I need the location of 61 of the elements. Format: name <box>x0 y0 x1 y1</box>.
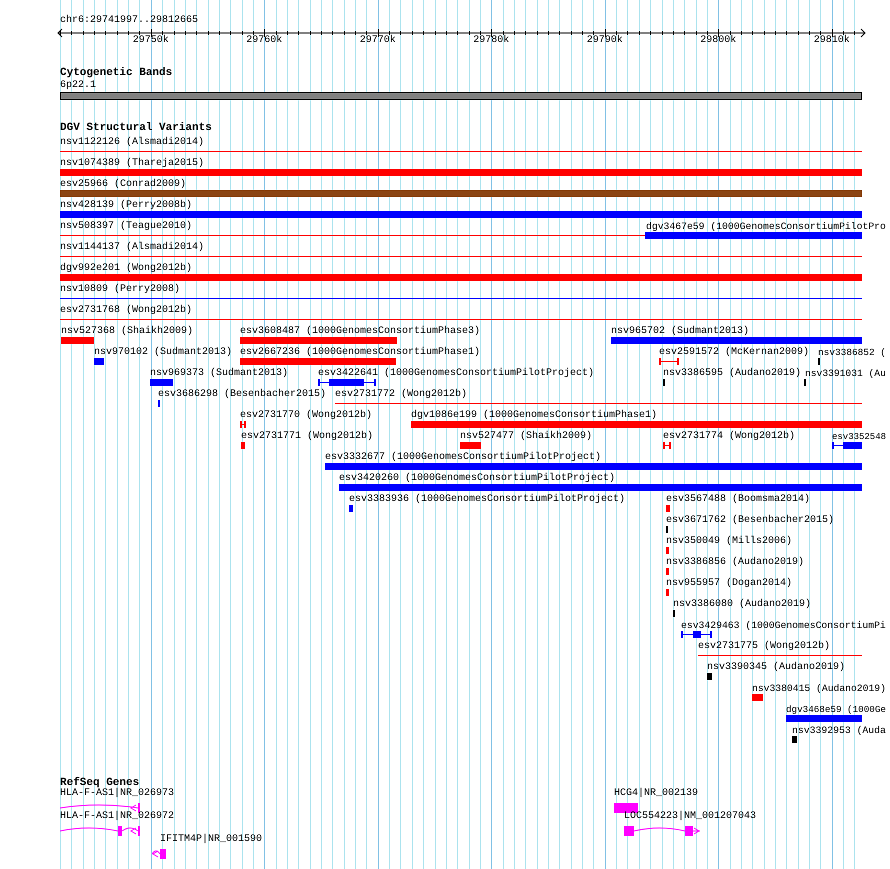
variant-label: dgv1086e199 (1000GenomesConsortiumPhase1) <box>411 411 658 421</box>
variant-label: nsv3386852 ( <box>818 348 886 358</box>
variant-label: nsv3392953 (Auda <box>792 726 886 736</box>
variant-label: esv3332677 (1000GenomesConsortiumPilotProject) <box>325 453 602 463</box>
variant-label: esv2731768 (Wong2012b) <box>60 306 192 316</box>
variant-label: esv2731771 (Wong2012b) <box>241 432 374 442</box>
variant-label: esv2667236 (1000GenomesConsortiumPhase1) <box>240 348 480 358</box>
variant-label: esv3608487 (1000GenomesConsortiumPhase3) <box>240 327 480 337</box>
ruler-tick-label: 29750k <box>132 36 169 46</box>
variant-label: nsv1144137 (Alsmadi2014) <box>60 243 204 253</box>
variant-label: nsv3386595 (Audano2019) <box>663 369 802 379</box>
variant-label: esv25966 (Conrad2009) <box>60 180 186 190</box>
variant-label: esv3671762 (Besenbacher2015) <box>666 516 834 526</box>
variant-label: esv3383936 (1000GenomesConsortiumPilotProject) <box>349 495 626 505</box>
variant-label: esv2591572 (McKernan2009) <box>659 348 810 358</box>
variant-label: esv3567488 (Boomsma2014) <box>666 495 810 505</box>
variant-label: nsv1074389 (Thareja2015) <box>60 159 204 169</box>
gene-label: HCG4|NR_002139 <box>614 789 698 799</box>
variant-label: esv3422641 (1000GenomesConsortiumPilotProject) <box>318 369 594 379</box>
ruler-tick-label: 29770k <box>360 36 396 46</box>
variant-label: nsv527477 (Shaikh2009) <box>460 432 592 442</box>
variant-label: esv2731774 (Wong2012b) <box>663 432 796 442</box>
variant-label: nsv955957 (Dogan2014) <box>666 579 792 589</box>
track-title: Cytogenetic Bands <box>60 68 172 79</box>
location-label: chr6:29741997..29812665 <box>60 16 198 26</box>
variant-label: nsv3390345 (Audano2019) <box>707 663 846 673</box>
variant-label: dgv3468e59 (1000Ge <box>786 705 886 715</box>
variant-label: nsv350049 (Mills2006) <box>666 537 792 547</box>
gene-label: LOC554223|NM_001207043 <box>624 812 756 822</box>
variant-label: nsv3386080 (Audano2019) <box>673 600 812 610</box>
band-label: 6p22.1 <box>60 81 96 91</box>
variant-label: dgv3467e59 (1000GenomesConsortiumPilotPro <box>646 222 886 232</box>
ruler-tick-label: 29760k <box>246 36 282 46</box>
variant-label: nsv965702 (Sudmant2013) <box>611 327 750 337</box>
ruler-tick-label: 29800k <box>700 36 736 46</box>
variant-label: esv3686298 (Besenbacher2015) <box>158 390 326 400</box>
track-title: DGV Structural Variants <box>60 123 212 134</box>
variant-label: nsv3380415 (Audano2019) <box>752 684 886 694</box>
ruler-tick-label: 29810k <box>814 36 850 46</box>
variant-label: nsv527368 (Shaikh2009) <box>61 327 194 337</box>
variant-label: esv3420260 (1000GenomesConsortiumPilotProject) <box>339 474 616 484</box>
track-title: RefSeq Genes <box>60 778 140 789</box>
variant-label: esv2731775 (Wong2012b) <box>698 642 830 652</box>
variant-label: dgv992e201 (Wong2012b) <box>60 264 192 274</box>
ruler-tick-label: 29790k <box>586 36 623 46</box>
variant-label: nsv1122126 (Alsmadi2014) <box>60 138 204 148</box>
variant-label: nsv3391031 (Au <box>805 369 886 379</box>
variant-label: esv3352548 <box>832 432 886 442</box>
variant-label: esv3429463 (1000GenomesConsortiumPi <box>681 621 886 631</box>
variant-label: esv2731770 (Wong2012b) <box>240 411 372 421</box>
gene-label: HLA-F-AS1|NR_026972 <box>60 812 174 822</box>
variant-label: esv2731772 (Wong2012b) <box>335 390 468 400</box>
variant-label: nsv428139 (Perry2008b) <box>60 201 192 211</box>
variant-label: nsv970102 (Sudmant2013) <box>94 348 232 358</box>
variant-label: nsv3386856 (Audano2019) <box>666 558 804 568</box>
ruler-tick-label: 29780k <box>473 36 510 46</box>
gene-label: HLA-F-AS1|NR_026973 <box>60 789 174 799</box>
variant-label: nsv508397 (Teague2010) <box>60 222 192 232</box>
variant-label: nsv10809 (Perry2008) <box>60 285 180 295</box>
gene-label: IFITM4P|NR_001590 <box>160 835 262 845</box>
variant-label: nsv969373 (Sudmant2013) <box>150 369 288 379</box>
